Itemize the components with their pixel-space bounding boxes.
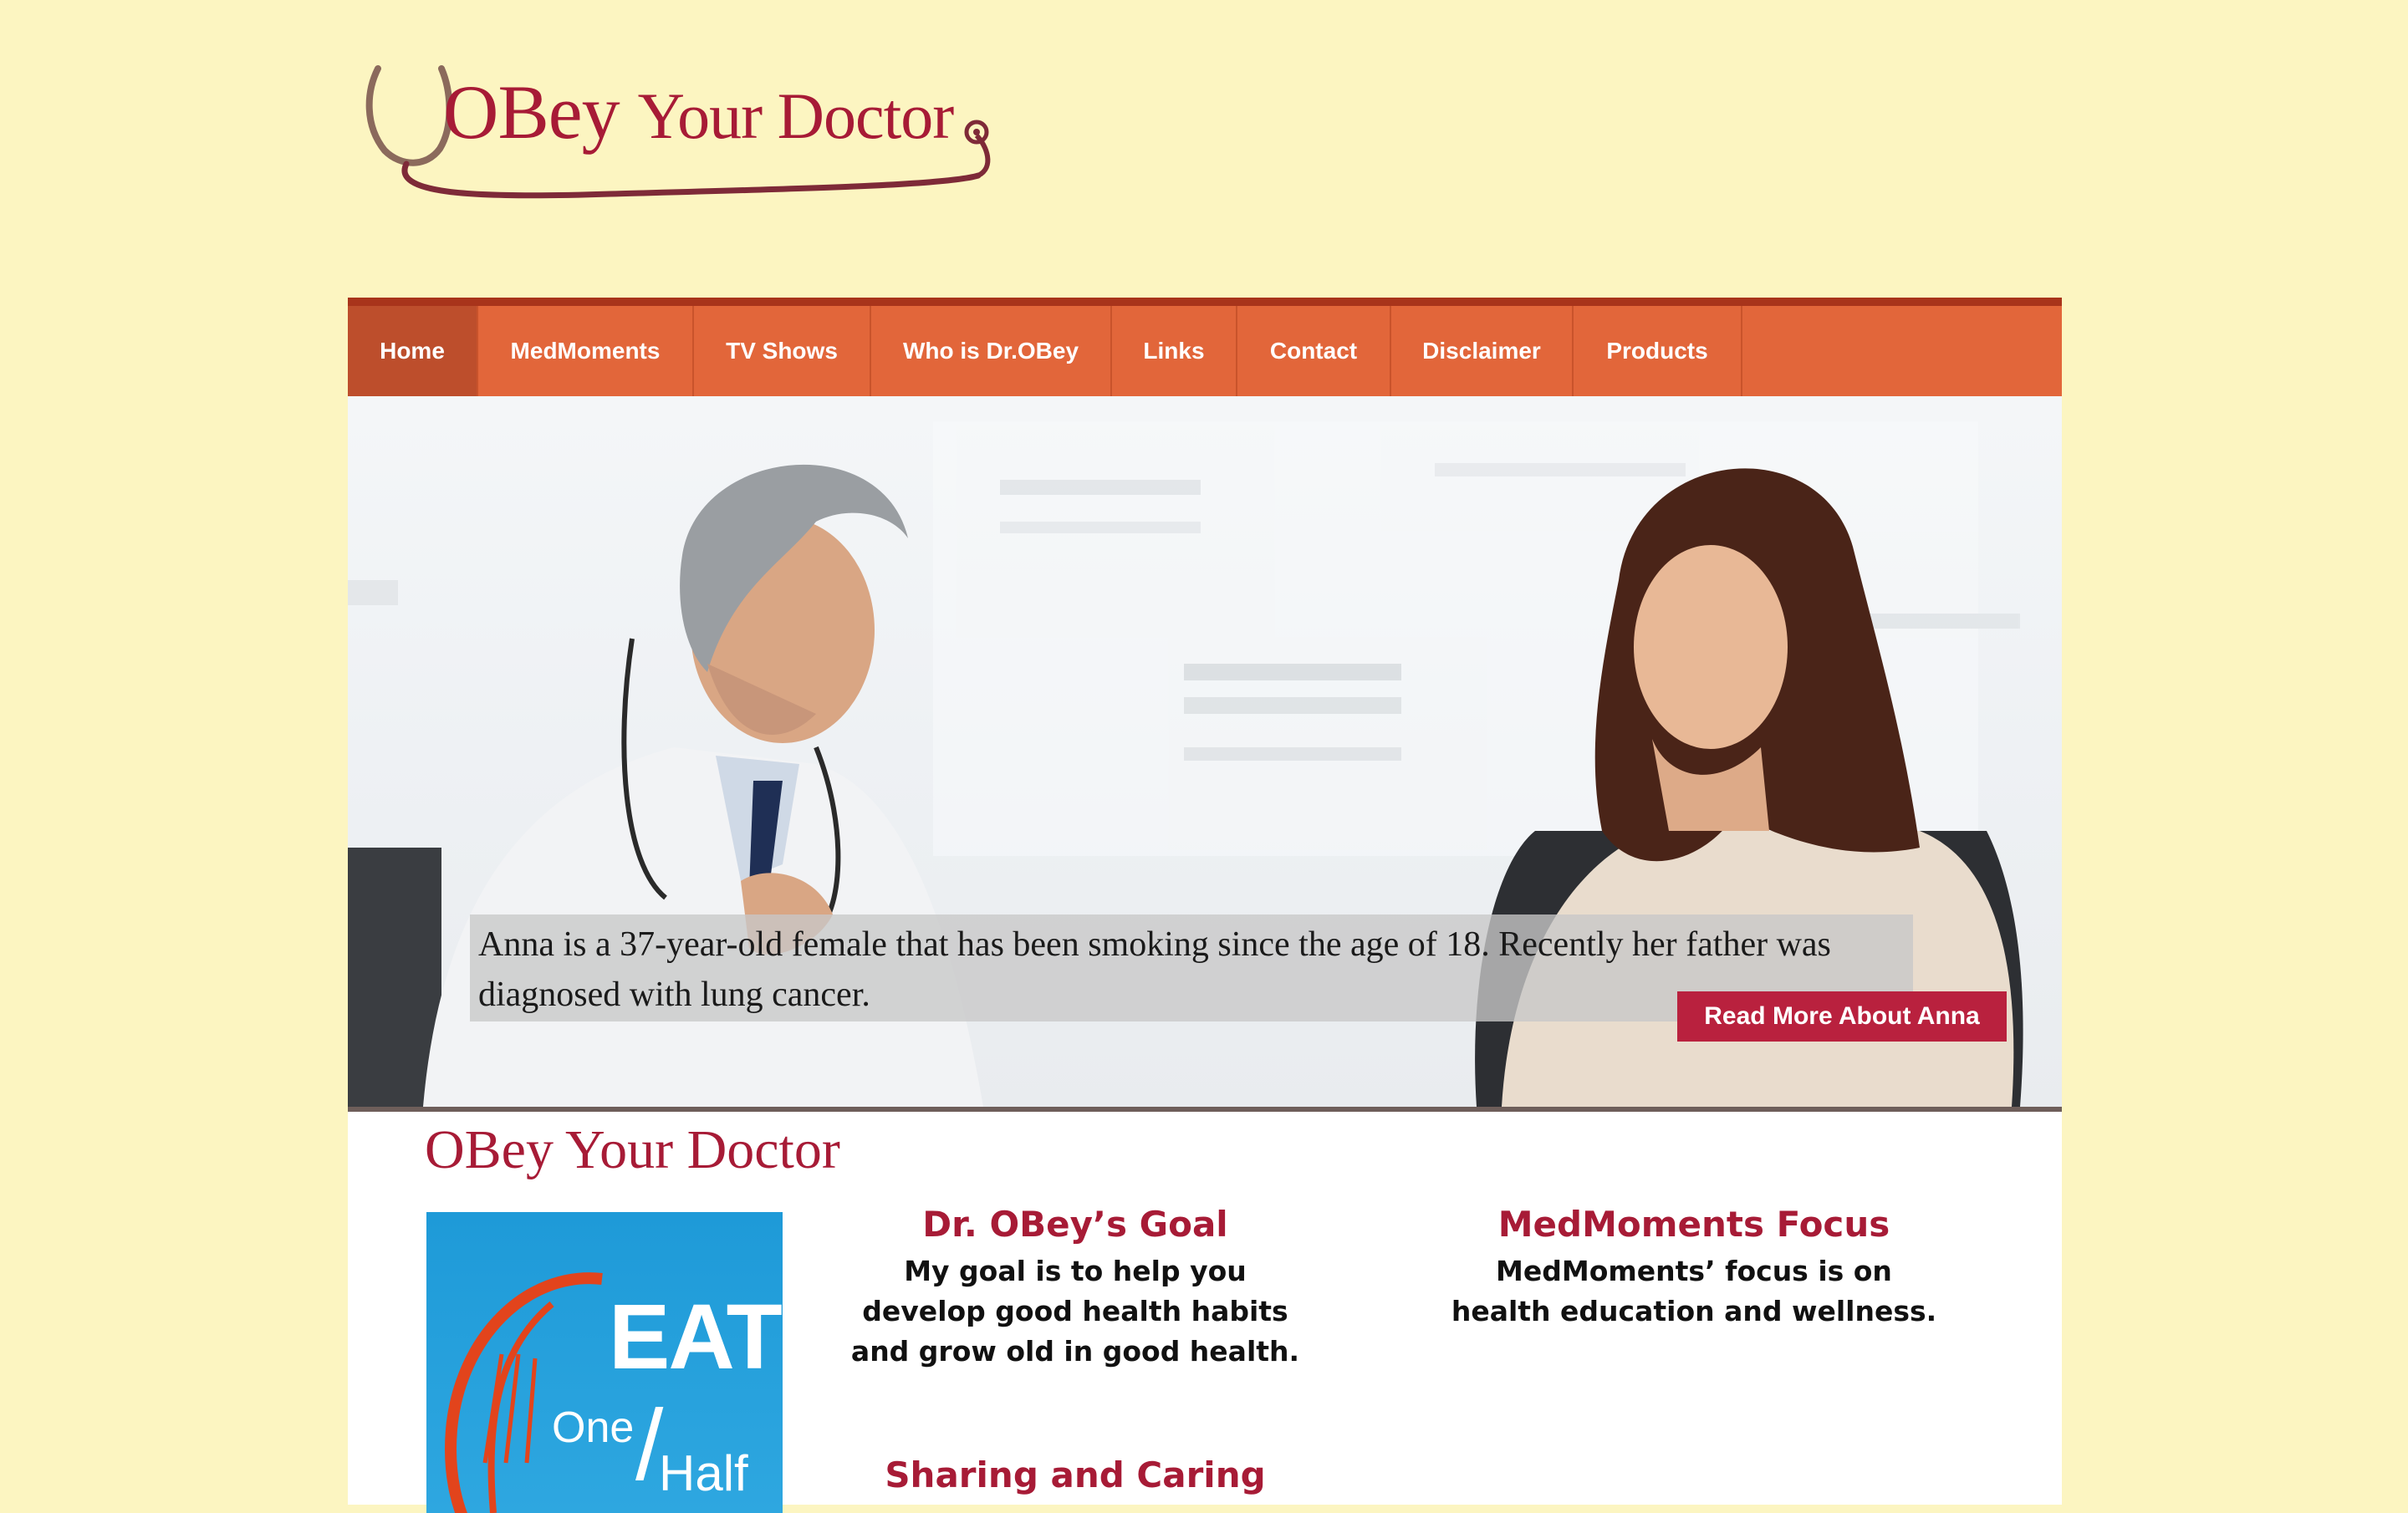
focus-text: MedMoments’ focus is on health education… xyxy=(1451,1255,1937,1327)
nav-who-is-drobey[interactable]: Who is Dr.OBey xyxy=(871,306,1112,396)
goal-text: My goal is to help you develop good heal… xyxy=(850,1255,1300,1368)
main-nav: Home MedMoments TV Shows Who is Dr.OBey … xyxy=(348,298,2062,396)
eat-one-half-promo[interactable]: EAT One / Half xyxy=(426,1212,783,1513)
goal-heading: Dr. OBey’s Goal xyxy=(922,1204,1228,1245)
focus-section: MedMoments Focus MedMoments’ focus is on… xyxy=(1443,1204,1945,1332)
hero-caption: Anna is a 37-year-old female that has be… xyxy=(470,914,2007,1042)
nav-medmoments[interactable]: MedMoments xyxy=(478,306,694,396)
goal-section: Dr. OBey’s Goal My goal is to help you d… xyxy=(849,1204,1301,1372)
hero-divider xyxy=(348,1107,2062,1112)
focus-heading: MedMoments Focus xyxy=(1497,1204,1890,1245)
promo-eat-text: EAT xyxy=(609,1286,783,1388)
page-wrapper: Home MedMoments TV Shows Who is Dr.OBey … xyxy=(348,298,2062,1513)
site-logo[interactable]: OBey Your Doctor xyxy=(360,59,995,201)
logo-text: OBey Your Doctor xyxy=(443,74,955,152)
sharing-section: Sharing and Caring xyxy=(849,1454,1301,1495)
logo-word-obey: OBey xyxy=(443,69,620,155)
promo-one-text: One xyxy=(552,1403,635,1452)
promo-half-text: Half xyxy=(659,1445,748,1501)
hero-slide: Anna is a 37-year-old female that has be… xyxy=(348,396,2062,1107)
nav-tv-shows[interactable]: TV Shows xyxy=(694,306,871,396)
nav-home[interactable]: Home xyxy=(348,306,478,396)
read-more-button[interactable]: Read More About Anna xyxy=(1677,991,2007,1042)
nav-products[interactable]: Products xyxy=(1574,306,1742,396)
nav-disclaimer[interactable]: Disclaimer xyxy=(1391,306,1574,396)
page-title: OBey Your Doctor xyxy=(425,1119,840,1180)
sharing-heading: Sharing and Caring xyxy=(885,1454,1266,1495)
nav-links[interactable]: Links xyxy=(1112,306,1237,396)
nav-contact[interactable]: Contact xyxy=(1237,306,1391,396)
logo-word-your-doctor: Your Doctor xyxy=(637,79,955,152)
